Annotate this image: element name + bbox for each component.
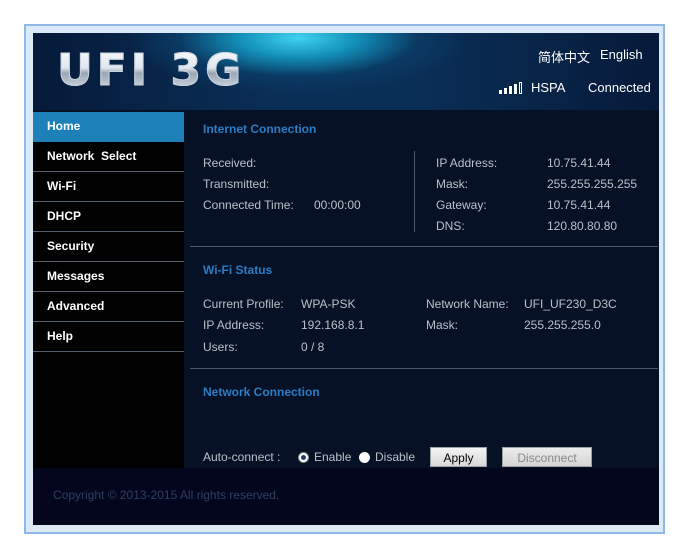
- ip-address-value: 10.75.41.44: [547, 156, 611, 170]
- received-label: Received:: [203, 156, 257, 170]
- main-content: Internet Connection Received: Transmitte…: [184, 112, 659, 480]
- sidebar-item-wifi[interactable]: Wi-Fi: [33, 172, 184, 202]
- sidebar-item-dhcp[interactable]: DHCP: [33, 202, 184, 232]
- mask-value: 255.255.255.255: [547, 177, 638, 191]
- current-profile-label: Current Profile:: [203, 297, 284, 311]
- ip-address-label: IP Address:: [436, 156, 498, 170]
- disable-radio-label[interactable]: Disable: [375, 450, 415, 464]
- auto-connect-label: Auto-connect :: [203, 450, 281, 464]
- enable-radio-label[interactable]: Enable: [314, 450, 351, 464]
- column-divider: [414, 151, 415, 232]
- disable-radio[interactable]: [359, 452, 370, 463]
- apply-button[interactable]: Apply: [430, 447, 487, 467]
- wifi-mask-label: Mask:: [426, 318, 459, 332]
- header-banner: UFI 3G 简体中文 English HSPA Connected: [33, 33, 659, 110]
- disconnect-button[interactable]: Disconnect: [502, 447, 592, 467]
- sidebar-item-advanced[interactable]: Advanced: [33, 292, 184, 322]
- footer: Copyright © 2013-2015 All rights reserve…: [33, 468, 659, 525]
- wifi-mask-value: 255.255.255.0: [524, 318, 601, 332]
- signal-strength-icon: [499, 82, 523, 94]
- network-name-value: UFI_UF230_D3C: [524, 297, 617, 311]
- wifi-status-title: Wi-Fi Status: [203, 263, 273, 277]
- connected-time-label: Connected Time:: [203, 198, 294, 212]
- sidebar-item-home[interactable]: Home: [33, 112, 184, 142]
- connected-time-value: 00:00:00: [314, 198, 361, 212]
- users-label: Users:: [203, 340, 238, 354]
- gateway-value: 10.75.41.44: [547, 198, 611, 212]
- router-admin-window: UFI 3G 简体中文 English HSPA Connected Home …: [33, 33, 659, 525]
- wifi-ip-address-label: IP Address:: [203, 318, 265, 332]
- current-profile-value: WPA-PSK: [301, 297, 356, 311]
- sidebar-item-security[interactable]: Security: [33, 232, 184, 262]
- sidebar-item-help[interactable]: Help: [33, 322, 184, 352]
- wifi-ip-address-value: 192.168.8.1: [301, 318, 365, 332]
- dns-label: DNS:: [436, 219, 465, 233]
- network-type-label: HSPA: [531, 80, 566, 95]
- transmitted-label: Transmitted:: [203, 177, 270, 191]
- users-value: 0 / 8: [301, 340, 325, 354]
- sidebar-nav: Home Network Select Wi-Fi DHCP Security …: [33, 112, 184, 468]
- mask-label: Mask:: [436, 177, 469, 191]
- language-english-link[interactable]: English: [600, 47, 643, 62]
- network-name-label: Network Name:: [426, 297, 509, 311]
- sidebar-item-messages[interactable]: Messages: [33, 262, 184, 292]
- copyright-text: Copyright © 2013-2015 All rights reserve…: [53, 488, 280, 502]
- gateway-label: Gateway:: [436, 198, 487, 212]
- section-divider: [190, 368, 658, 369]
- enable-radio[interactable]: [298, 452, 309, 463]
- language-chinese-link[interactable]: 简体中文: [538, 47, 590, 66]
- section-divider: [190, 246, 658, 247]
- dns-value: 120.80.80.80: [547, 219, 618, 233]
- internet-connection-title: Internet Connection: [203, 122, 317, 136]
- ufi-3g-logo: UFI 3G: [56, 45, 246, 97]
- network-connection-title: Network Connection: [203, 385, 320, 399]
- sidebar-item-network-select[interactable]: Network Select: [33, 142, 184, 172]
- connection-status-label: Connected: [588, 80, 651, 95]
